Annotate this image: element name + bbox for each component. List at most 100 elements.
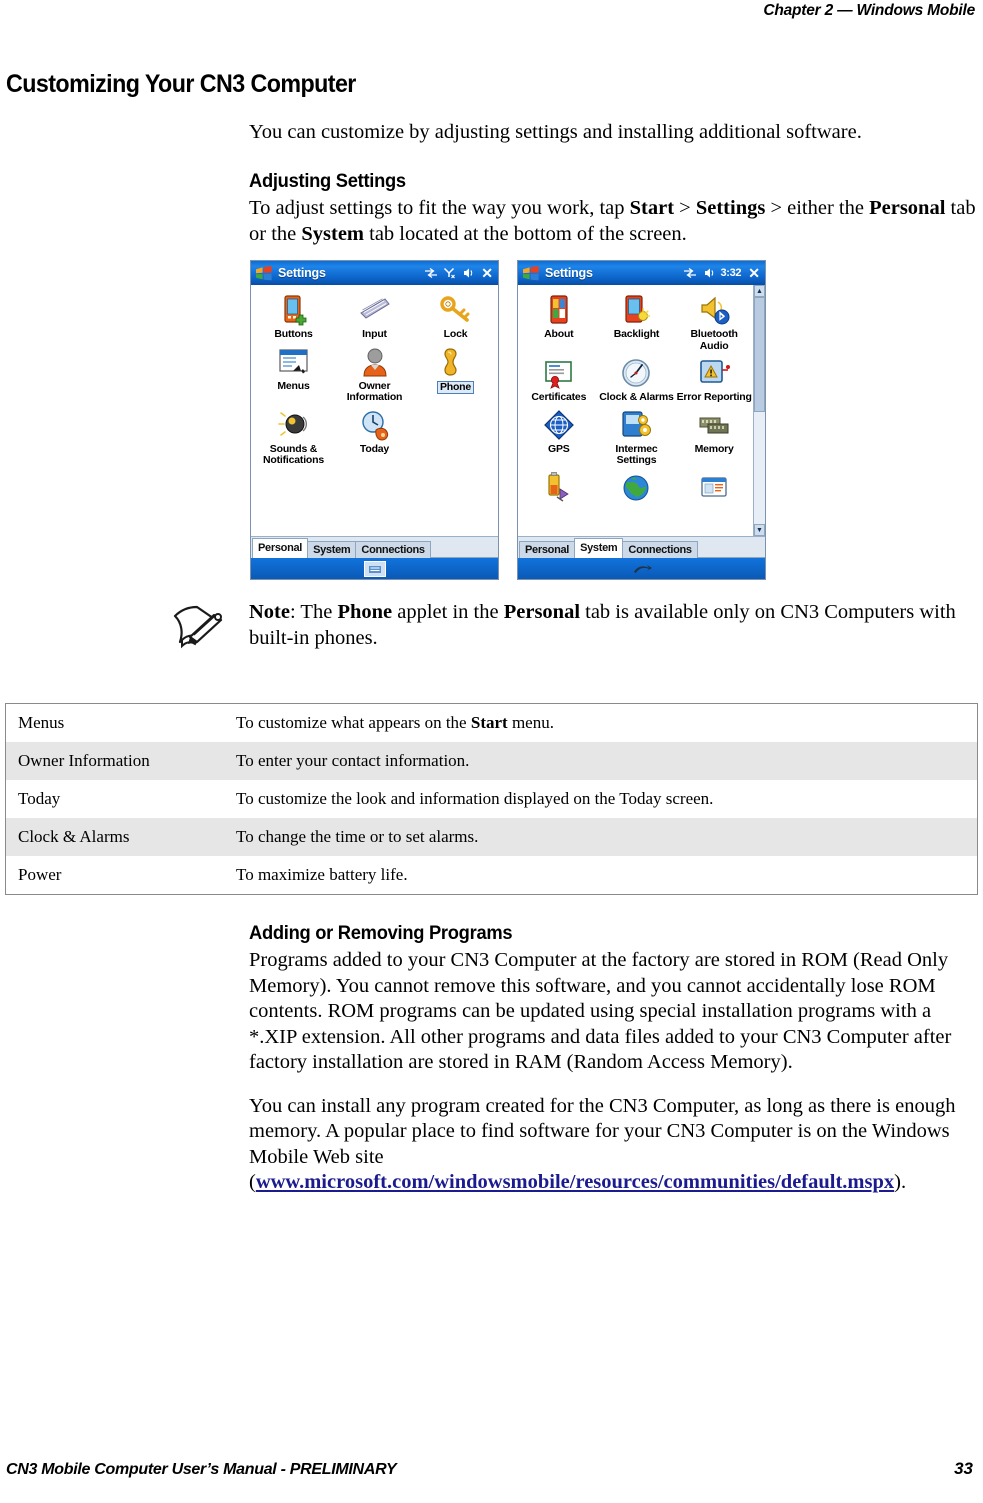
- applet-regional-settings[interactable]: [598, 469, 676, 509]
- note-label: Note: [249, 601, 290, 623]
- clock-label[interactable]: 3:32: [720, 267, 741, 279]
- close-icon[interactable]: ✕: [481, 266, 493, 280]
- applet-backlight[interactable]: Backlight: [598, 291, 676, 354]
- applet-label: Menus: [277, 379, 310, 392]
- close-icon[interactable]: ✕: [748, 266, 760, 280]
- applet-label: Buttons: [274, 328, 313, 340]
- scrollbar-thumb[interactable]: [754, 297, 765, 412]
- tab-system[interactable]: System: [574, 538, 624, 558]
- applet-input[interactable]: Input: [334, 291, 415, 343]
- settings-description-table: Menus To customize what appears on the S…: [5, 703, 978, 895]
- tab-personal[interactable]: Personal: [252, 538, 309, 558]
- table-cell-description: To enter your contact information.: [236, 751, 470, 770]
- text-fragment: >: [674, 197, 696, 219]
- menus-icon: [278, 348, 308, 373]
- applet-screen[interactable]: [675, 469, 753, 509]
- text-fragment: tab located at the bottom of the screen.: [364, 222, 687, 245]
- text-fragment: : The: [289, 601, 338, 623]
- applet-grid-system: About Backlight Bluetooth Audio Certific…: [518, 285, 765, 509]
- power-battery-icon: [548, 471, 569, 502]
- table-cell-description: To customize what appears on the Start m…: [224, 704, 978, 743]
- screenshot-settings-system: Settings 3:32 ✕ About Backlight Bluetoot…: [517, 260, 766, 580]
- table-row: Today To customize the look and informat…: [6, 780, 978, 818]
- tab-connections[interactable]: Connections: [622, 541, 698, 558]
- scroll-down-icon[interactable]: ▼: [754, 524, 765, 536]
- table-cell-term: Owner Information: [18, 751, 150, 770]
- applet-label: Today: [359, 442, 390, 455]
- input-keyboard-icon: [359, 298, 390, 319]
- sip-arrow-icon[interactable]: [632, 563, 652, 576]
- backlight-icon: [625, 295, 651, 323]
- sip-keyboard-icon[interactable]: [363, 561, 386, 577]
- tab-personal[interactable]: Personal: [519, 541, 576, 558]
- scroll-up-icon[interactable]: ▲: [754, 285, 765, 297]
- applet-bluetooth-audio[interactable]: Bluetooth Audio: [675, 291, 753, 354]
- personal-emphasis: Personal: [869, 197, 946, 219]
- applet-today[interactable]: Today: [334, 406, 415, 469]
- note-pencil-icon: [173, 605, 223, 649]
- applet-memory[interactable]: Memory: [675, 406, 753, 469]
- pda-titlebar: Settings ✕: [251, 261, 498, 285]
- windows-mobile-url-link[interactable]: www.microsoft.com/windowsmobile/resource…: [256, 1171, 894, 1193]
- tab-connections[interactable]: Connections: [355, 541, 431, 558]
- tabstrip-filler: [429, 556, 498, 558]
- tab-system[interactable]: System: [307, 541, 357, 558]
- applet-certificates[interactable]: Certificates: [520, 354, 598, 406]
- bluetooth-audio-icon: [701, 296, 730, 325]
- phone-handset-icon: [443, 347, 457, 376]
- pda-title-label: Settings: [278, 266, 326, 280]
- applet-label: Sounds & Notifications: [263, 442, 324, 466]
- applet-gps[interactable]: GPS: [520, 406, 598, 469]
- applet-power[interactable]: [520, 469, 598, 509]
- applet-sounds-notifications[interactable]: Sounds & Notifications: [253, 406, 334, 469]
- tabstrip-filler: [696, 556, 765, 558]
- applet-error-reporting[interactable]: Error Reporting: [675, 354, 753, 406]
- lock-key-icon: [439, 296, 469, 322]
- applet-label: Clock & Alarms: [599, 391, 674, 403]
- intro-paragraph: You can customize by adjusting settings …: [249, 121, 862, 143]
- applet-about[interactable]: About: [520, 291, 598, 354]
- footer-manual-title: CN3 Mobile Computer User’s Manual - PREL…: [6, 1461, 397, 1478]
- text-fragment: applet in the: [392, 601, 504, 623]
- certificates-icon: [545, 361, 572, 389]
- table-cell-description: To customize the look and information di…: [236, 789, 714, 808]
- running-head: Chapter 2 — Windows Mobile: [763, 2, 975, 19]
- screen-icon: [701, 476, 727, 497]
- applet-buttons[interactable]: Buttons: [253, 291, 334, 343]
- table-row: Owner Information To enter your contact …: [5, 742, 978, 780]
- windows-start-icon[interactable]: [522, 265, 540, 281]
- today-icon: [361, 410, 388, 441]
- table-cell-term: Menus: [18, 713, 65, 732]
- text-fragment: menu.: [507, 713, 554, 732]
- table-row: Power To maximize battery life.: [6, 856, 978, 895]
- pda-status-icons: [424, 267, 474, 279]
- applet-label: Certificates: [531, 391, 587, 403]
- applet-menus[interactable]: Menus: [253, 343, 334, 406]
- windows-start-icon[interactable]: [255, 265, 273, 281]
- settings-emphasis: Settings: [695, 197, 766, 219]
- applet-label: Phone: [436, 380, 475, 394]
- table-body: Menus To customize what appears on the S…: [5, 704, 978, 895]
- text-fragment: > either the: [765, 197, 870, 219]
- gps-icon: [543, 409, 574, 440]
- applet-phone[interactable]: Phone: [415, 343, 496, 406]
- volume-icon[interactable]: [461, 267, 474, 279]
- applet-grid-personal: Buttons Input Lock Menus Owner Informati…: [251, 285, 498, 469]
- applet-clock-alarms[interactable]: Clock & Alarms: [598, 354, 676, 406]
- table-cell-term: Clock & Alarms: [18, 827, 130, 846]
- signal-no-service-icon[interactable]: [443, 267, 456, 279]
- adding-programs-paragraph-2: You can install any program created for …: [249, 1094, 979, 1196]
- pda-titlebar: Settings 3:32 ✕: [518, 261, 765, 285]
- applet-label: GPS: [548, 442, 570, 455]
- vertical-scrollbar[interactable]: ▲ ▼: [753, 285, 765, 536]
- applet-lock[interactable]: Lock: [415, 291, 496, 343]
- connectivity-icon[interactable]: [424, 267, 438, 279]
- applet-owner-information[interactable]: Owner Information: [334, 343, 415, 406]
- page-title: Customizing Your CN3 Computer: [6, 70, 356, 98]
- connectivity-icon[interactable]: [683, 267, 697, 279]
- volume-icon[interactable]: [702, 267, 715, 279]
- applet-label: Memory: [694, 442, 734, 455]
- applet-intermec-settings[interactable]: Intermec Settings: [598, 406, 676, 469]
- table-cell-description: To maximize battery life.: [236, 865, 408, 884]
- pda-tabstrip: Personal System Connections: [251, 536, 498, 558]
